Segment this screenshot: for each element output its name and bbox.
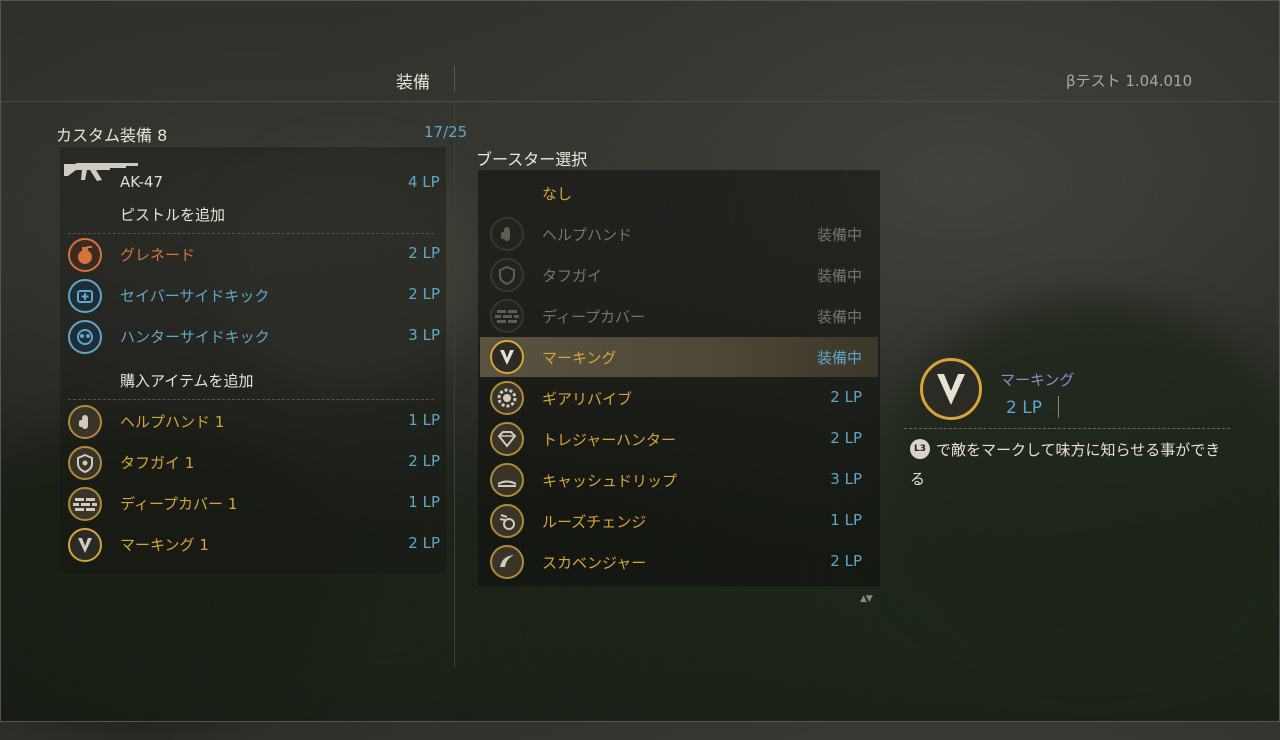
loadout-item-label: セイバーサイドキック <box>120 287 270 305</box>
booster-option-status: 2 LP <box>830 429 862 447</box>
loadout-item-label: タフガイ 1 <box>120 454 195 472</box>
booster-option-label: ルーズチェンジ <box>542 513 647 531</box>
loadout-booster-help-hand[interactable]: ヘルプハンド 1 1 LP <box>66 403 442 441</box>
booster-select-title: ブースター選択 <box>476 150 588 169</box>
loadout-item-lp: 2 LP <box>408 285 440 303</box>
help-hand-icon <box>68 405 102 439</box>
scavenger-claw-icon <box>490 545 524 579</box>
booster-option-status: 2 LP <box>830 388 862 406</box>
booster-option-marking[interactable]: マーキング 装備中 <box>480 337 878 377</box>
loose-change-coin-icon <box>490 504 524 538</box>
booster-option-label: マーキング <box>542 349 617 367</box>
booster-option-label: タフガイ <box>542 267 603 285</box>
loadout-item-lp: 1 LP <box>408 493 440 511</box>
loadout-item-hunter-sidekick[interactable]: ハンターサイドキック 3 LP <box>66 318 442 356</box>
booster-option-scavenger[interactable]: スカベンジャー 2 LP <box>480 542 878 582</box>
hunter-sidekick-icon <box>68 320 102 354</box>
loadout-item-lp: 2 LP <box>408 452 440 470</box>
booster-option-cash-drip[interactable]: キャッシュドリップ 3 LP <box>480 460 878 500</box>
loadout-item-lp: 1 LP <box>408 411 440 429</box>
deep-cover-brick-icon <box>490 299 524 333</box>
loadout-item-label: ディープカバー 1 <box>120 495 238 513</box>
tough-guy-shield-icon <box>490 258 524 292</box>
booster-option-label: トレジャーハンター <box>542 431 676 449</box>
booster-option-label: キャッシュドリップ <box>542 472 678 490</box>
booster-option-status: 2 LP <box>830 552 862 570</box>
version-label: βテスト 1.04.010 <box>1066 72 1193 90</box>
loadout-booster-tough-guy[interactable]: タフガイ 1 2 LP <box>66 444 442 482</box>
marking-v-icon <box>68 528 102 562</box>
medkit-sidekick-icon <box>68 279 102 313</box>
loadout-item-grenade[interactable]: グレネード 2 LP <box>66 236 442 274</box>
booster-option-status: 装備中 <box>816 349 862 367</box>
booster-option-gear-revive[interactable]: ギアリバイブ 2 LP <box>480 378 878 418</box>
column-divider <box>454 102 455 668</box>
page-title: 装備 <box>396 73 430 93</box>
booster-option-status: 3 LP <box>830 470 862 488</box>
loadout-item-label: マーキング 1 <box>120 536 209 554</box>
divider <box>904 428 1230 429</box>
detail-description: で敵をマークして味方に知らせる事ができる <box>910 441 1221 488</box>
booster-option-label: ギアリバイブ <box>542 390 633 408</box>
deep-cover-brick-icon <box>68 487 102 521</box>
divider <box>68 399 434 400</box>
loadout-item-saber-sidekick[interactable]: セイバーサイドキック 2 LP <box>66 277 442 315</box>
booster-option-loose-change[interactable]: ルーズチェンジ 1 LP <box>480 501 878 541</box>
booster-option-status: 装備中 <box>816 308 862 326</box>
loadout-item-label: ハンターサイドキック <box>120 328 270 346</box>
detail-booster-lp: 2 LP <box>1006 398 1042 418</box>
cash-drip-icon <box>490 463 524 497</box>
booster-option-status: 1 LP <box>830 511 862 529</box>
booster-option-status: 装備中 <box>816 226 862 244</box>
loadout-item-lp: 2 LP <box>408 244 440 262</box>
text-cursor <box>1058 396 1059 418</box>
loadout-item-label: グレネード <box>120 246 196 264</box>
header-separator <box>454 66 455 92</box>
add-pistol-button[interactable]: ピストルを追加 <box>120 204 225 225</box>
loadout-booster-deep-cover[interactable]: ディープカバー 1 1 LP <box>66 485 442 523</box>
marking-v-icon <box>490 340 524 374</box>
scroll-arrows-icon[interactable]: ▲▼ <box>860 594 873 604</box>
booster-option-label: ヘルプハンド <box>542 226 633 244</box>
booster-option-help-hand[interactable]: ヘルプハンド 装備中 <box>480 214 878 254</box>
booster-option-tough-guy[interactable]: タフガイ 装備中 <box>480 255 878 295</box>
header-divider <box>0 101 1280 102</box>
marking-v-icon <box>920 358 982 420</box>
loadout-title: カスタム装備 8 <box>56 126 168 145</box>
booster-option-label: ディープカバー <box>542 308 646 326</box>
help-hand-icon <box>490 217 524 251</box>
add-purchase-item-button[interactable]: 購入アイテムを追加 <box>120 370 254 391</box>
weapon-lp: 4 LP <box>408 173 440 191</box>
loadout-booster-marking[interactable]: マーキング 1 2 LP <box>66 526 442 564</box>
booster-option-label: スカベンジャー <box>542 554 647 572</box>
weapon-name[interactable]: AK-47 <box>120 173 163 191</box>
booster-option-status: 装備中 <box>816 267 862 285</box>
loadout-item-lp: 3 LP <box>408 326 440 344</box>
booster-option-treasure-hunter[interactable]: トレジャーハンター 2 LP <box>480 419 878 459</box>
loadout-item-lp: 2 LP <box>408 534 440 552</box>
tough-guy-shield-icon <box>68 446 102 480</box>
booster-option-label: なし <box>542 185 573 203</box>
booster-option-none[interactable]: なし <box>480 173 878 213</box>
loadout-item-label: ヘルプハンド 1 <box>120 413 225 431</box>
treasure-diamond-icon <box>490 422 524 456</box>
divider <box>68 233 434 234</box>
grenade-icon <box>68 238 102 272</box>
booster-option-deep-cover[interactable]: ディープカバー 装備中 <box>480 296 878 336</box>
gear-revive-icon <box>490 381 524 415</box>
loadout-points-count: 17/25 <box>424 123 468 141</box>
detail-booster-name: マーキング <box>1000 371 1075 389</box>
